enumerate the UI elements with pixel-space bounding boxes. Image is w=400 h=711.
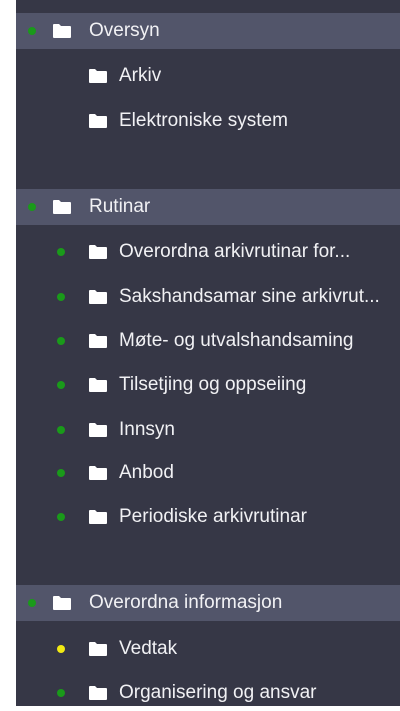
tree-item-elektroniske-system[interactable]: Elektroniske system [16, 103, 400, 139]
status-green-icon [57, 248, 65, 256]
status-green-icon [57, 513, 65, 521]
tree-section-label: Rutinar [89, 196, 151, 217]
tree-item-anbod[interactable]: Anbod [16, 455, 400, 491]
status-green-icon [57, 689, 65, 697]
folder-icon [88, 68, 108, 84]
tree-item-label: Elektroniske system [119, 110, 288, 131]
tree-item-label: Overordna arkivrutinar for... [119, 241, 351, 262]
tree-item-label: Møte- og utvalshandsaming [119, 330, 354, 351]
folder-icon [88, 244, 108, 260]
tree-item-tilsetjing-oppseiing[interactable]: Tilsetjing og oppseiing [16, 367, 400, 403]
folder-icon [88, 377, 108, 393]
status-green-icon [28, 27, 36, 35]
tree-item-label: Arkiv [119, 65, 162, 86]
tree-item-innsyn[interactable]: Innsyn [16, 412, 400, 448]
navigation-tree: Oversyn Arkiv Elektroniske system Rutina… [16, 0, 400, 706]
folder-icon [88, 333, 108, 349]
tree-item-mote-utvalshandsaming[interactable]: Møte- og utvalshandsaming [16, 323, 400, 359]
tree-section-label: Oversyn [89, 20, 160, 41]
tree-item-vedtak[interactable]: Vedtak [16, 631, 400, 667]
tree-section-oversyn[interactable]: Oversyn [16, 13, 400, 49]
status-yellow-icon [57, 645, 65, 653]
folder-icon [88, 641, 108, 657]
status-green-icon [28, 203, 36, 211]
tree-item-label: Vedtak [119, 638, 178, 659]
tree-item-label: Anbod [119, 462, 174, 483]
tree-item-overordna-arkivrutinar[interactable]: Overordna arkivrutinar for... [16, 234, 400, 270]
tree-item-sakshandsamar-arkivrutinar[interactable]: Sakshandsamar sine arkivrut... [16, 279, 400, 315]
tree-item-arkiv[interactable]: Arkiv [16, 58, 400, 94]
folder-icon [88, 465, 108, 481]
folder-icon [52, 595, 72, 611]
tree-item-label: Periodiske arkivrutinar [119, 506, 307, 527]
folder-icon [52, 199, 72, 215]
folder-icon [88, 113, 108, 129]
status-green-icon [57, 381, 65, 389]
tree-item-label: Tilsetjing og oppseiing [119, 374, 307, 395]
status-green-icon [57, 469, 65, 477]
folder-icon [88, 509, 108, 525]
status-green-icon [57, 293, 65, 301]
tree-section-overordna-informasjon[interactable]: Overordna informasjon [16, 585, 400, 621]
status-green-icon [57, 426, 65, 434]
folder-icon [88, 685, 108, 701]
tree-item-label: Innsyn [119, 419, 175, 440]
tree-item-label: Sakshandsamar sine arkivrut... [119, 286, 380, 307]
folder-icon [88, 422, 108, 438]
tree-section-label: Overordna informasjon [89, 592, 283, 613]
tree-section-rutinar[interactable]: Rutinar [16, 189, 400, 225]
status-green-icon [28, 599, 36, 607]
status-green-icon [57, 337, 65, 345]
folder-icon [52, 23, 72, 39]
folder-icon [88, 289, 108, 305]
tree-item-periodiske-arkivrutinar[interactable]: Periodiske arkivrutinar [16, 499, 400, 535]
